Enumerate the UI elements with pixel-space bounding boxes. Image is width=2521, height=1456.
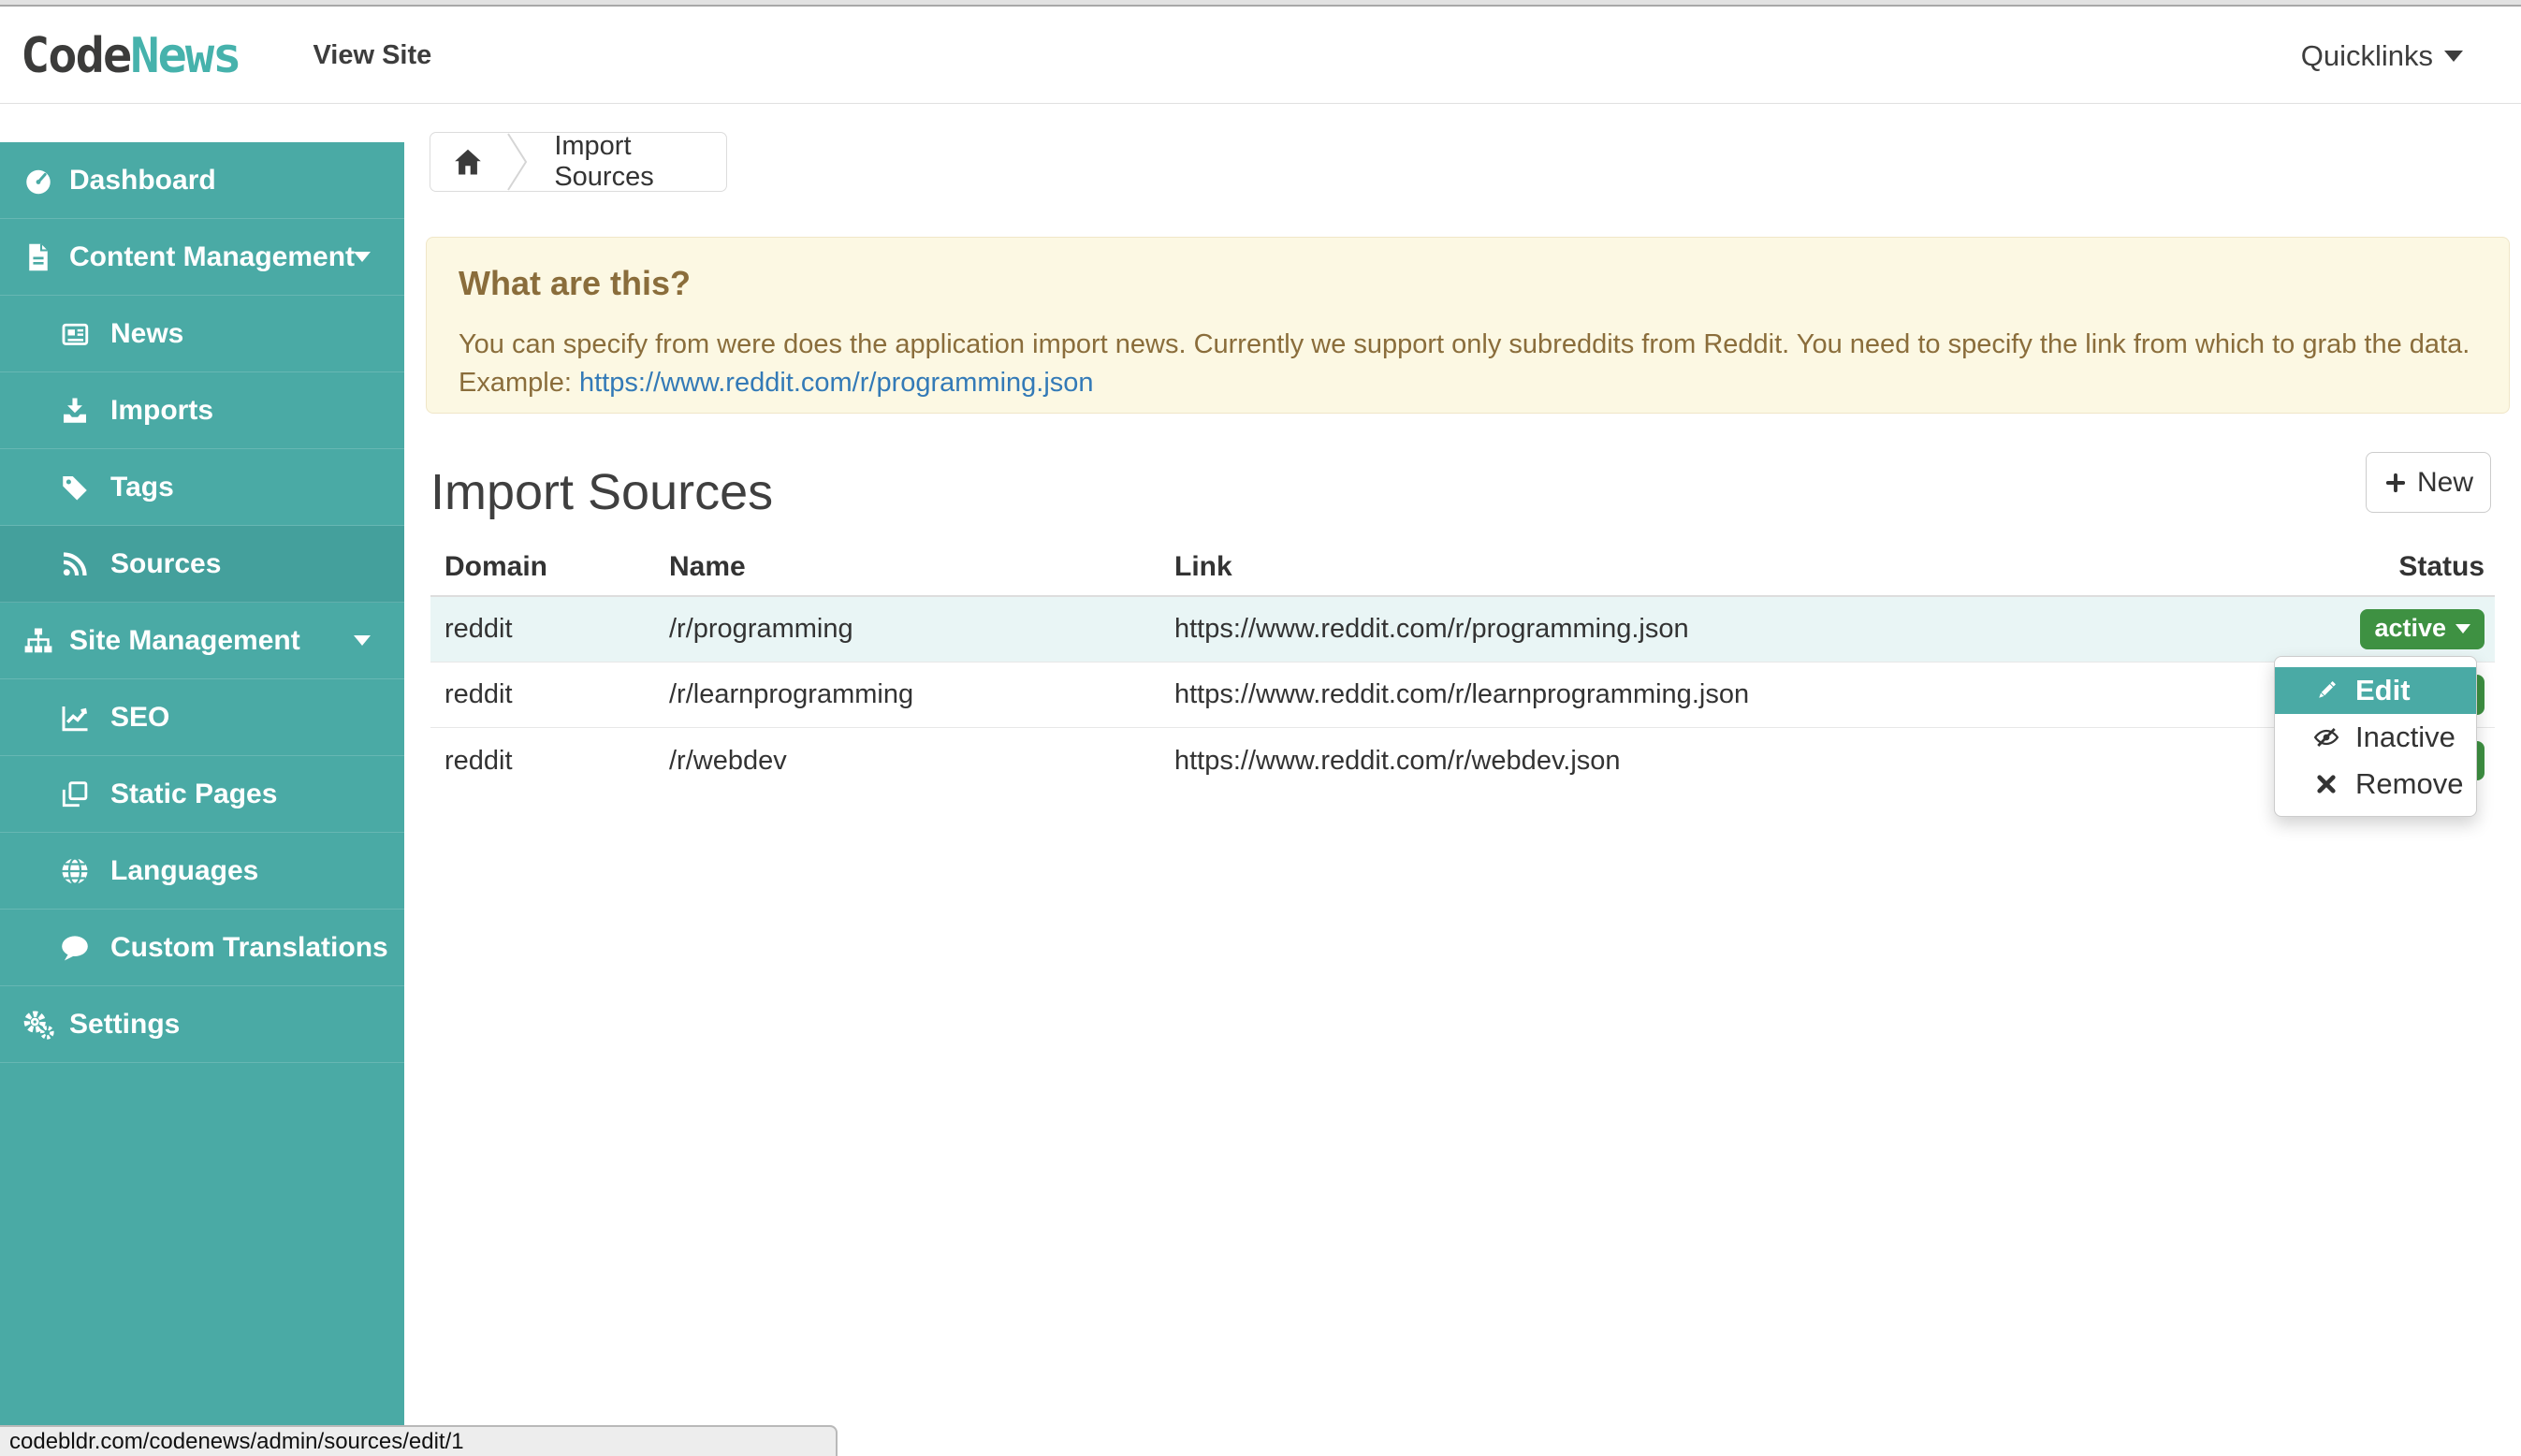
table-row: reddit /r/webdev https://www.reddit.com/… [430, 728, 2495, 794]
sidebar-item-imports[interactable]: Imports [0, 372, 404, 449]
rss-icon [53, 547, 96, 581]
dropdown-item-label: Remove [2355, 767, 2463, 801]
view-site-link[interactable]: View Site [313, 40, 431, 71]
sitemap-icon [17, 624, 60, 658]
cell-link: https://www.reddit.com/r/learnprogrammin… [1160, 679, 2274, 710]
sidebar-item-languages[interactable]: Languages [0, 833, 404, 910]
sidebar-item-custom-translations[interactable]: Custom Translations [0, 910, 404, 986]
help-example-label: Example: [459, 368, 579, 398]
sidebar-item-static-pages[interactable]: Static Pages [0, 756, 404, 833]
col-header-link: Link [1160, 551, 2274, 583]
browser-edge-strip [0, 0, 2521, 7]
sidebar-item-label: Imports [110, 395, 213, 427]
help-body-text: You can specify from were does the appli… [459, 326, 2477, 364]
sidebar-item-label: Custom Translations [110, 932, 388, 964]
sidebar-item-label: Languages [110, 855, 258, 887]
sidebar-item-label: Settings [69, 1009, 180, 1041]
sidebar-item-sources[interactable]: Sources [0, 526, 404, 603]
plus-icon [2383, 471, 2408, 495]
eye-slash-icon [2312, 723, 2340, 751]
col-header-domain: Domain [430, 551, 655, 583]
sidebar-item-label: SEO [110, 702, 169, 734]
gears-icon [17, 1008, 60, 1041]
table-row: reddit /r/programming https://www.reddit… [430, 597, 2495, 662]
sidebar-item-label: Sources [110, 548, 221, 580]
new-button-label: New [2417, 467, 2473, 499]
cell-link: https://www.reddit.com/r/webdev.json [1160, 746, 2274, 777]
new-button[interactable]: New [2366, 452, 2491, 513]
dropdown-item-inactive[interactable]: Inactive [2275, 714, 2476, 761]
chart-line-icon [53, 701, 96, 735]
dropdown-item-edit[interactable]: Edit [2275, 667, 2476, 714]
top-header: CodeNews View Site Quicklinks [0, 0, 2521, 104]
page-title: Import Sources [430, 463, 773, 521]
sidebar-item-label: Static Pages [110, 779, 277, 810]
col-header-name: Name [655, 551, 1160, 583]
sources-table: Domain Name Link Status reddit /r/progra… [430, 538, 2495, 794]
help-example-link[interactable]: https://www.reddit.com/r/programming.jso… [579, 368, 1094, 398]
cell-name: /r/programming [655, 614, 1160, 645]
dashboard-icon [17, 164, 60, 197]
sidebar-item-label: Tags [110, 472, 174, 503]
chevron-down-icon [2444, 51, 2463, 62]
table-row: reddit /r/learnprogramming https://www.r… [430, 662, 2495, 728]
status-badge[interactable]: active [2360, 609, 2485, 649]
admin-page: CodeNews View Site Quicklinks Dashboard … [0, 0, 2521, 1456]
cell-link: https://www.reddit.com/r/programming.jso… [1160, 614, 2274, 645]
tag-icon [53, 471, 96, 504]
breadcrumb-separator [505, 133, 530, 191]
help-callout: What are this? You can specify from were… [426, 237, 2510, 414]
file-icon [17, 240, 60, 274]
help-title: What are this? [459, 264, 2477, 303]
app-logo[interactable]: CodeNews [21, 28, 240, 84]
sidebar-item-news[interactable]: News [0, 296, 404, 372]
chevron-down-icon [2455, 624, 2470, 633]
cell-name: /r/webdev [655, 746, 1160, 777]
clone-icon [53, 778, 96, 811]
status-dropdown-menu: Edit Inactive Remove [2274, 656, 2477, 817]
dropdown-item-label: Edit [2355, 674, 2411, 707]
sidebar-item-settings[interactable]: Settings [0, 986, 404, 1063]
chevron-down-icon [354, 635, 371, 646]
pencil-icon [2312, 677, 2340, 705]
sidebar-item-seo[interactable]: SEO [0, 679, 404, 756]
col-header-status: Status [2274, 551, 2495, 583]
cell-name: /r/learnprogramming [655, 679, 1160, 710]
sidebar-item-site-management[interactable]: Site Management [0, 603, 404, 679]
home-icon[interactable] [430, 145, 505, 179]
sidebar-item-dashboard[interactable]: Dashboard [0, 142, 404, 219]
breadcrumb: Import Sources [430, 132, 727, 192]
dropdown-item-remove[interactable]: Remove [2275, 761, 2476, 808]
quicklinks-label: Quicklinks [2301, 39, 2433, 73]
sidebar-item-label: News [110, 318, 183, 350]
logo-news: News [130, 28, 240, 84]
statusbar-url: codebldr.com/codenews/admin/sources/edit… [9, 1429, 464, 1455]
sidebar-nav: Dashboard Content Management News Import… [0, 142, 404, 1456]
quicklinks-menu[interactable]: Quicklinks [2301, 39, 2463, 73]
sidebar-item-label: Dashboard [69, 165, 216, 197]
download-icon [53, 394, 96, 428]
comment-icon [53, 931, 96, 965]
sidebar-item-label: Site Management [69, 625, 300, 657]
sidebar-item-tags[interactable]: Tags [0, 449, 404, 526]
x-icon [2312, 770, 2340, 798]
link-preview-statusbar: codebldr.com/codenews/admin/sources/edit… [0, 1425, 838, 1456]
table-header-row: Domain Name Link Status [430, 538, 2495, 597]
cell-domain: reddit [430, 614, 655, 645]
breadcrumb-current: Import Sources [554, 132, 726, 192]
sidebar-item-label: Content Management [69, 241, 355, 273]
chevron-down-icon [354, 252, 371, 262]
sidebar-item-content-management[interactable]: Content Management [0, 219, 404, 296]
globe-icon [53, 854, 96, 888]
cell-domain: reddit [430, 679, 655, 710]
status-badge-label: active [2374, 615, 2446, 643]
logo-code: Code [21, 28, 130, 84]
cell-domain: reddit [430, 746, 655, 777]
newspaper-icon [53, 317, 96, 351]
dropdown-item-label: Inactive [2355, 721, 2455, 754]
